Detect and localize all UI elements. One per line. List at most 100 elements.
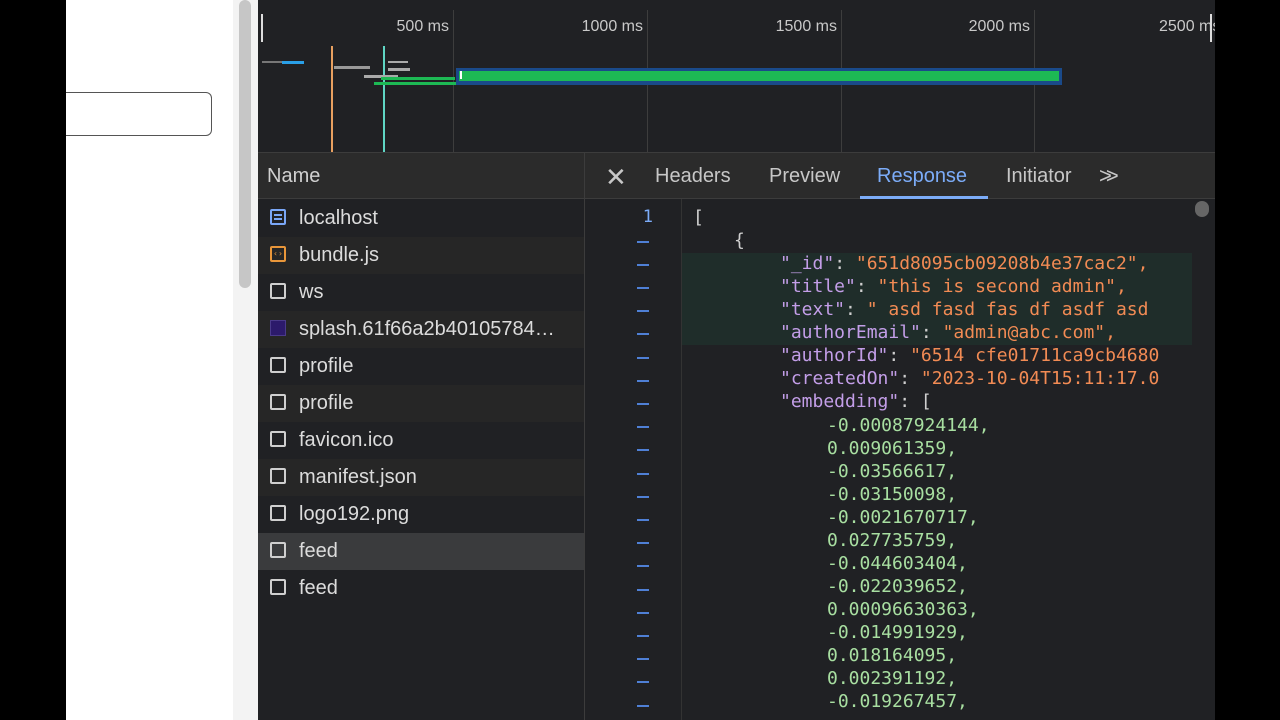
collapsed-line-marker <box>637 403 649 405</box>
collapsed-line-marker <box>637 357 649 359</box>
file-icon <box>270 579 286 595</box>
request-name: localhost <box>299 207 378 229</box>
file-icon <box>270 505 286 521</box>
tab-headers[interactable]: Headers <box>655 165 731 188</box>
request-row-ws[interactable]: ws <box>258 274 584 311</box>
load-event-marker <box>383 46 385 152</box>
request-row-splash[interactable]: splash.61f66a2b40105784… <box>258 311 584 348</box>
request-row-profile[interactable]: profile <box>258 348 584 385</box>
collapsed-line-marker <box>637 565 649 567</box>
request-list: Name localhost ‹› bundle.js ws splash.61… <box>258 153 585 720</box>
timeline-tick-label: 2000 ms <box>968 18 1030 35</box>
json-string-value: "2023-10-04T15:11:17.0 <box>920 368 1160 389</box>
request-name: favicon.ico <box>299 429 394 451</box>
json-line-embedding: "embedding": [ <box>780 391 932 412</box>
collapsed-line-marker <box>637 380 649 382</box>
network-timeline-overview[interactable]: 500 ms 1000 ms 1500 ms 2000 ms 2500 ms <box>258 0 1215 153</box>
json-key: "text" <box>780 299 846 320</box>
request-name: profile <box>299 355 354 377</box>
document-icon <box>270 209 286 225</box>
page-input-field[interactable] <box>66 92 212 136</box>
response-scrollbar-thumb[interactable] <box>1195 201 1209 217</box>
request-name: manifest.json <box>299 466 417 488</box>
request-row-bundle-js[interactable]: ‹› bundle.js <box>258 237 584 274</box>
request-name: splash.61f66a2b40105784… <box>299 318 555 340</box>
request-name: ws <box>299 281 324 303</box>
request-name: profile <box>299 392 354 414</box>
collapsed-line-marker <box>637 449 649 451</box>
tab-initiator[interactable]: Initiator <box>1006 165 1072 188</box>
json-string-value: "651d8095cb09208b4e37cac2", <box>855 253 1149 274</box>
dom-content-loaded-marker <box>331 46 333 152</box>
page-scrollbar-thumb[interactable] <box>239 0 251 288</box>
json-open-bracket: [ <box>693 207 704 228</box>
response-body[interactable]: [ { "_id": "651d8095cb09208b4e37cac2", "… <box>682 199 1192 720</box>
more-tabs-chevron-icon[interactable]: >> <box>1099 163 1119 189</box>
json-string-value: "6514 cfe01711ca9cb4680 <box>910 345 1160 366</box>
json-line-title: "title": "this is second admin", <box>780 276 1127 297</box>
tab-response[interactable]: Response <box>877 165 967 188</box>
collapsed-line-marker <box>637 589 649 591</box>
collapsed-line-marker <box>637 264 649 266</box>
request-row-localhost[interactable]: localhost <box>258 200 584 237</box>
timeline-tick-label: 500 ms <box>396 18 449 35</box>
file-icon <box>270 357 286 373</box>
json-number-value: 0.027735759, <box>827 530 958 551</box>
timeline-window-handle-left[interactable] <box>261 14 263 42</box>
line-number: 1 <box>642 207 653 227</box>
json-number-value: -0.0021670717, <box>827 507 979 528</box>
waterfall-bar <box>388 68 410 71</box>
tab-preview[interactable]: Preview <box>769 165 840 188</box>
collapsed-line-marker <box>637 333 649 335</box>
collapsed-line-marker <box>637 473 649 475</box>
screen-edge <box>1215 0 1280 720</box>
close-icon[interactable]: ✕ <box>605 162 627 193</box>
timeline-tick-label: 1000 ms <box>581 18 643 35</box>
request-row-favicon[interactable]: favicon.ico <box>258 422 584 459</box>
waterfall-bar-feed-fill <box>459 71 1059 81</box>
timeline-window-handle-right[interactable] <box>1210 14 1212 42</box>
json-number-value: -0.014991929, <box>827 622 968 643</box>
json-number-value: 0.002391192, <box>827 668 958 689</box>
json-line-text: "text": " asd fasd fas df asdf asd <box>780 299 1149 320</box>
request-row-feed-selected[interactable]: feed <box>258 533 584 570</box>
json-line-author-id: "authorId": "6514 cfe01711ca9cb4680 <box>780 345 1160 366</box>
json-number-value: 0.009061359, <box>827 438 958 459</box>
json-open-brace: { <box>734 230 745 251</box>
collapsed-line-marker <box>637 519 649 521</box>
file-icon <box>270 431 286 447</box>
detail-tab-bar: ✕ Headers Preview Response Initiator >> <box>585 153 1215 199</box>
json-number-value: -0.03150098, <box>827 484 958 505</box>
waterfall-bar <box>282 61 304 64</box>
json-string-value: "admin@abc.com", <box>942 322 1116 343</box>
request-row-logo192[interactable]: logo192.png <box>258 496 584 533</box>
json-key: "authorId" <box>780 345 889 366</box>
json-key: "embedding" <box>780 391 900 412</box>
json-number-value: 0.00096630363, <box>827 599 979 620</box>
request-row-feed[interactable]: feed <box>258 570 584 607</box>
name-column-header-label: Name <box>267 165 321 187</box>
timeline-tick-label: 1500 ms <box>775 18 837 35</box>
json-line-author-email: "authorEmail": "admin@abc.com", <box>780 322 1116 343</box>
collapsed-line-marker <box>637 542 649 544</box>
waterfall-bar <box>388 61 408 63</box>
timeline-tick-label: 2500 ms <box>1159 18 1215 35</box>
request-row-manifest[interactable]: manifest.json <box>258 459 584 496</box>
file-icon <box>270 283 286 299</box>
json-key: "authorEmail" <box>780 322 921 343</box>
json-number-value: 0.018164095, <box>827 645 958 666</box>
collapsed-line-marker <box>637 287 649 289</box>
timeline-gridline <box>453 10 454 152</box>
collapsed-line-marker <box>637 496 649 498</box>
image-icon <box>270 320 286 336</box>
request-name: logo192.png <box>299 503 410 525</box>
name-column-header[interactable]: Name <box>258 153 584 199</box>
request-row-profile[interactable]: profile <box>258 385 584 422</box>
json-array-open: [ <box>920 391 932 412</box>
request-name: bundle.js <box>299 244 380 266</box>
json-key: "title" <box>780 276 856 297</box>
collapsed-line-marker <box>637 241 649 243</box>
collapsed-line-marker <box>637 612 649 614</box>
json-line-id: "_id": "651d8095cb09208b4e37cac2", <box>780 253 1149 274</box>
waterfall-bar-start-tick <box>460 71 462 79</box>
